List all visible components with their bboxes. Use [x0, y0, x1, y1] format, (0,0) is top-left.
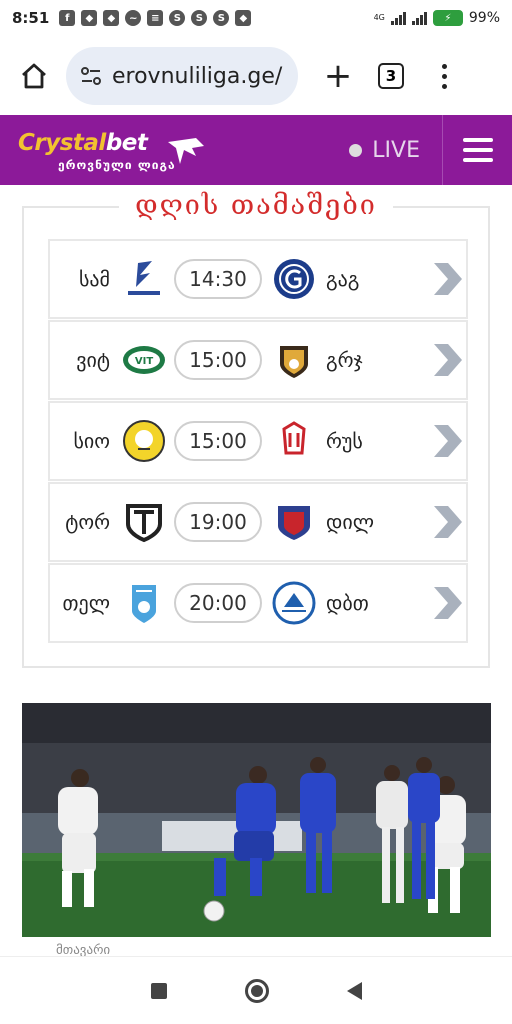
- home-button[interactable]: [14, 56, 54, 96]
- match-time: 19:00: [174, 502, 262, 542]
- away-team: გაგ: [326, 267, 360, 291]
- vit-crest-icon: VIT: [122, 338, 166, 382]
- logo-subtitle: ეროვნული ლიგა: [58, 158, 176, 172]
- home-team: თელ: [62, 591, 110, 615]
- match-row[interactable]: სიო 15:00 რუს: [48, 401, 468, 481]
- away-team: რუს: [326, 429, 363, 453]
- status-bar: 8:51 f ◆ ◆ ~ ≡ S S S ◆ 4G ⚡ 99%: [0, 0, 512, 36]
- away-team: დბთ: [326, 591, 369, 615]
- browser-toolbar: erovnuliliga.ge/ + 3: [0, 40, 512, 112]
- home-icon: [22, 63, 46, 89]
- home-team: ტორ: [65, 510, 110, 534]
- site-settings-icon[interactable]: [80, 65, 102, 87]
- chevron-right-icon[interactable]: [428, 421, 466, 461]
- match-row[interactable]: სამ 14:30 გაგ: [48, 239, 468, 319]
- new-tab-button[interactable]: +: [320, 59, 356, 93]
- hamburger-menu-button[interactable]: [442, 115, 512, 185]
- news-icon: ≡: [147, 10, 164, 26]
- dinamo-batumi-crest-icon: [272, 581, 316, 625]
- chevron-right-icon[interactable]: [428, 583, 466, 623]
- live-button[interactable]: LIVE: [349, 138, 420, 163]
- rustavi-crest-icon: [272, 419, 316, 463]
- battery-icon: ⚡: [432, 10, 463, 26]
- browser-menu-button[interactable]: [442, 63, 447, 89]
- gagra-crest-icon: [272, 257, 316, 301]
- s-app-icon: S: [213, 10, 230, 26]
- home-team: ვიტ: [76, 348, 110, 372]
- match-row[interactable]: ვიტ VIT 15:00 გრჯ: [48, 320, 468, 400]
- match-time: 15:00: [174, 340, 262, 380]
- site-header: Crystalbet ეროვნული ლიგა LIVE: [0, 115, 512, 185]
- s-app-icon: S: [169, 10, 186, 26]
- live-label: LIVE: [372, 137, 420, 163]
- sioni-crest-icon: [122, 419, 166, 463]
- dropbox-icon: ◆: [103, 10, 120, 26]
- torpedo-crest-icon: [122, 500, 166, 544]
- system-status: 4G ⚡ 99%: [374, 10, 500, 26]
- todays-games-panel: დღის თამაშები სამ 14:30 გაგ ვიტ VIT 15:0…: [22, 190, 490, 668]
- dropbox-icon: ◆: [235, 10, 252, 26]
- samtredia-crest-icon: [122, 257, 166, 301]
- home-nav-button[interactable]: [244, 978, 269, 1003]
- logo-mark-icon: [168, 138, 204, 164]
- address-bar[interactable]: erovnuliliga.ge/: [66, 47, 298, 105]
- match-row[interactable]: ტორ 19:00 დილ: [48, 482, 468, 562]
- network-type: 4G: [373, 13, 385, 22]
- home-team: სიო: [73, 429, 110, 453]
- signal-icon: [390, 11, 406, 25]
- home-team: სამ: [78, 267, 110, 291]
- logo-text: Crystalbet: [18, 130, 148, 156]
- telavi-crest-icon: [122, 581, 166, 625]
- chevron-right-icon[interactable]: [428, 340, 466, 380]
- match-time: 14:30: [174, 259, 262, 299]
- status-time: 8:51: [12, 9, 50, 27]
- away-team: დილ: [326, 510, 374, 534]
- live-dot-icon: [349, 143, 363, 157]
- chevron-right-icon[interactable]: [428, 502, 466, 542]
- news-photo[interactable]: [22, 703, 491, 937]
- match-time: 15:00: [174, 421, 262, 461]
- back-button[interactable]: [346, 981, 362, 1000]
- tab-switcher-button[interactable]: 3: [378, 63, 404, 89]
- match-time: 20:00: [174, 583, 262, 623]
- crystalbet-logo[interactable]: Crystalbet ეროვნული ლიგა: [18, 122, 208, 178]
- away-team: გრჯ: [326, 348, 363, 372]
- dropbox-icon: ◆: [81, 10, 98, 26]
- battery-level: 99%: [468, 10, 500, 26]
- gareji-crest-icon: [272, 338, 316, 382]
- facebook-icon: f: [59, 10, 76, 26]
- dila-crest-icon: [272, 500, 316, 544]
- svg-text:VIT: VIT: [135, 356, 153, 367]
- chevron-right-icon[interactable]: [428, 259, 466, 299]
- s-app-icon: S: [191, 10, 208, 26]
- match-row[interactable]: თელ 20:00 დბთ: [48, 563, 468, 643]
- signal-icon: [411, 11, 427, 25]
- system-nav-bar: [0, 956, 512, 1024]
- recents-button[interactable]: [150, 982, 167, 999]
- messenger-icon: ~: [125, 10, 142, 26]
- url-text[interactable]: erovnuliliga.ge/: [112, 64, 282, 89]
- games-title: დღის თამაშები: [24, 190, 488, 221]
- notification-icons: f ◆ ◆ ~ ≡ S S S ◆: [59, 10, 252, 26]
